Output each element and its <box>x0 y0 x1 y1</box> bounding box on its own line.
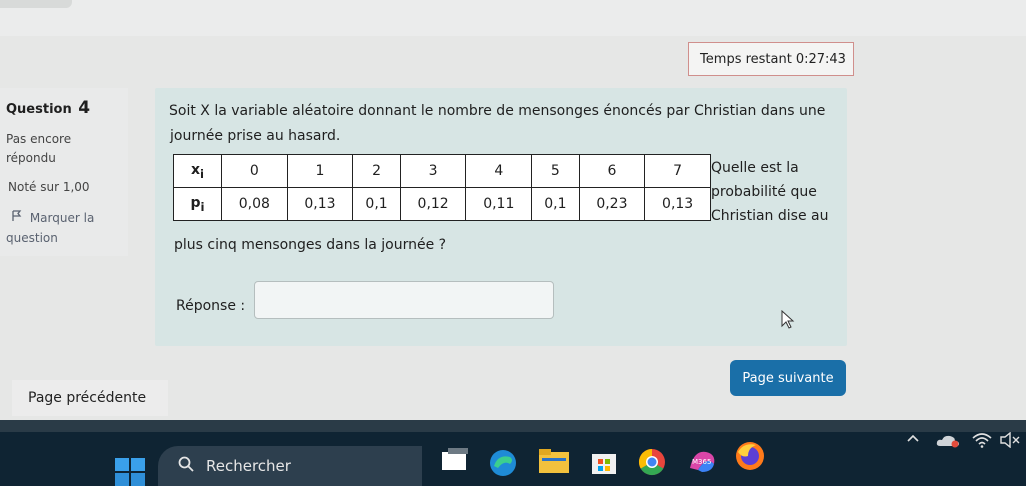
edge-browser-icon[interactable] <box>488 448 518 482</box>
question-text-line2: journée prise au hasard. <box>170 128 341 144</box>
question-text-line1: Soit X la variable aléatoire donnant le … <box>169 103 826 119</box>
probability-table: xi 0 1 2 3 4 5 6 7 pi 0,08 0,13 0,1 0,12… <box>173 154 711 221</box>
file-explorer-icon[interactable] <box>538 448 570 478</box>
question-status: Pas encore répondu <box>6 132 72 165</box>
table-cell: 1 <box>286 154 354 188</box>
question-side-text: Quelle est la probabilité que Christian … <box>711 160 829 224</box>
m365-label: M365 <box>692 458 712 466</box>
firefox-browser-icon[interactable] <box>734 440 766 476</box>
mouse-cursor-icon <box>780 309 796 334</box>
table-cell: 6 <box>578 154 646 188</box>
taskbar-top-edge <box>0 420 1026 432</box>
table-cell: 0,08 <box>221 187 288 221</box>
m365-icon[interactable]: M365 <box>686 448 720 480</box>
table-cell: 4 <box>465 154 533 188</box>
table-header-p: pi <box>173 187 222 221</box>
search-label: Rechercher <box>206 457 291 475</box>
table-cell: 0,1 <box>352 187 401 221</box>
flag-label-line2: question <box>6 231 58 245</box>
question-grade: Noté sur 1,00 <box>8 180 90 194</box>
chevron-up-icon[interactable] <box>906 432 920 447</box>
question-number: Question 4 <box>6 98 91 118</box>
search-icon <box>178 456 194 476</box>
timer-label: Temps restant <box>700 51 792 67</box>
time-remaining: Temps restant 0:27:43 <box>688 42 854 76</box>
answer-label: Réponse : <box>176 298 246 314</box>
windows-start-icon[interactable] <box>115 458 145 486</box>
table-header-x: xi <box>173 154 222 188</box>
task-view-icon[interactable] <box>440 448 470 476</box>
table-cell: 3 <box>399 154 467 188</box>
table-cell: 0,13 <box>644 187 711 221</box>
table-row-p: pi 0,08 0,13 0,1 0,12 0,11 0,1 0,23 0,13 <box>173 187 711 221</box>
table-cell: 0,1 <box>531 187 580 221</box>
flag-icon <box>12 208 26 228</box>
answer-input[interactable] <box>254 281 554 319</box>
table-cell: 0 <box>221 154 288 188</box>
onedrive-icon[interactable] <box>936 432 960 452</box>
chrome-browser-icon[interactable] <box>638 448 666 480</box>
table-cell: 0,23 <box>578 187 646 221</box>
previous-page-button[interactable]: Page précédente <box>12 380 168 416</box>
table-cell: 5 <box>531 154 580 188</box>
store-icon[interactable] <box>590 448 618 480</box>
browser-top-area <box>0 0 1026 36</box>
table-cell: 7 <box>644 154 711 188</box>
question-text-line3: plus cinq mensonges dans la journée ? <box>174 237 447 253</box>
taskbar-search[interactable]: Rechercher <box>158 446 422 486</box>
timer-value: 0:27:43 <box>795 51 846 67</box>
flag-label-line1: Marquer la <box>29 211 95 225</box>
next-page-button[interactable]: Page suivante <box>730 360 846 396</box>
question-info-block: Question 4 Pas encore répondu Noté sur 1… <box>0 88 128 256</box>
table-cell: 2 <box>352 154 401 188</box>
volume-muted-icon[interactable] <box>1000 431 1022 452</box>
wifi-icon[interactable] <box>972 432 992 452</box>
table-cell: 0,13 <box>286 187 354 221</box>
table-row-x: xi 0 1 2 3 4 5 6 7 <box>173 154 711 188</box>
table-cell: 0,12 <box>399 187 467 221</box>
flag-question-link[interactable]: Marquer la question <box>6 208 95 248</box>
top-tab <box>0 0 72 8</box>
table-cell: 0,11 <box>465 187 533 221</box>
